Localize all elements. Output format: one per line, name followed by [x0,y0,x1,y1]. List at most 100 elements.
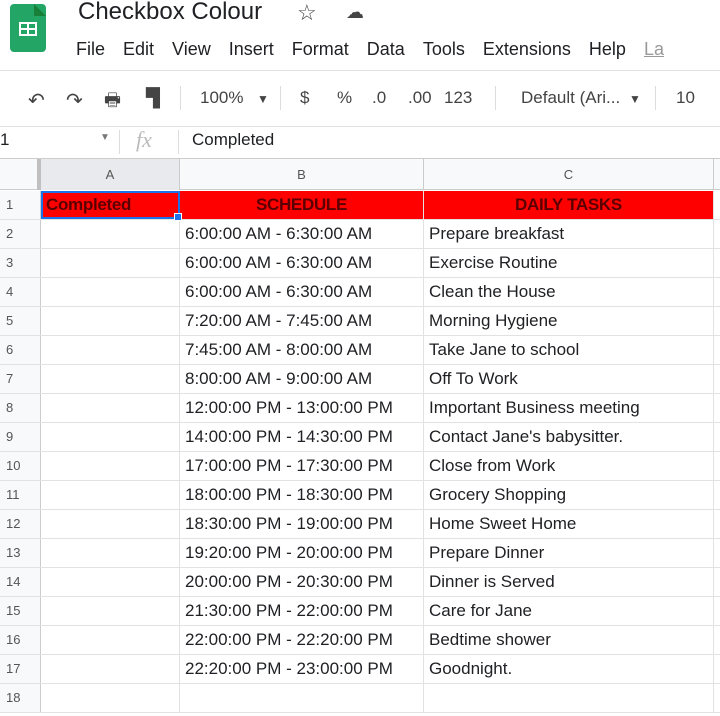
cell-schedule[interactable] [180,684,424,712]
cell-task[interactable]: Prepare Dinner [424,539,714,567]
menu-la[interactable]: La [644,39,664,60]
cell-task[interactable]: Contact Jane's babysitter. [424,423,714,451]
menu-edit[interactable]: Edit [123,39,154,60]
cell-task[interactable]: Take Jane to school [424,336,714,364]
row-number[interactable]: 8 [0,394,41,422]
row-number[interactable]: 17 [0,655,41,683]
row-number[interactable]: 9 [0,423,41,451]
cell-task[interactable]: Bedtime shower [424,626,714,654]
fill-handle[interactable] [174,213,182,221]
menu-view[interactable]: View [172,39,211,60]
cell-schedule[interactable]: 14:00:00 PM - 14:30:00 PM [180,423,424,451]
cell-task[interactable]: Dinner is Served [424,568,714,596]
formula-input[interactable]: Completed [192,130,274,150]
cell-schedule[interactable]: 7:20:00 AM - 7:45:00 AM [180,307,424,335]
cloud-saved-icon[interactable]: ☁ [346,2,364,23]
row-number[interactable]: 6 [0,336,41,364]
cell-completed[interactable] [41,249,180,277]
chevron-down-icon[interactable]: ▼ [629,92,641,106]
cell-b1[interactable]: SCHEDULE [180,191,424,219]
cell-schedule[interactable]: 6:00:00 AM - 6:30:00 AM [180,249,424,277]
cell-completed[interactable] [41,510,180,538]
cell-completed[interactable] [41,481,180,509]
zoom-select[interactable]: 100% [200,88,243,108]
cell-c1[interactable]: DAILY TASKS [424,191,714,219]
row-number[interactable]: 14 [0,568,41,596]
chevron-down-icon[interactable]: ▼ [257,92,269,106]
menu-help[interactable]: Help [589,39,626,60]
cell-schedule[interactable]: 17:00:00 PM - 17:30:00 PM [180,452,424,480]
cell-completed[interactable] [41,597,180,625]
menu-extensions[interactable]: Extensions [483,39,571,60]
print-icon[interactable]: 🖶 [104,88,121,118]
cell-completed[interactable] [41,336,180,364]
cell-schedule[interactable]: 19:20:00 PM - 20:00:00 PM [180,539,424,567]
cell-task[interactable]: Prepare breakfast [424,220,714,248]
row-number[interactable]: 3 [0,249,41,277]
cell-completed[interactable] [41,365,180,393]
cell-completed[interactable] [41,655,180,683]
row-number[interactable]: 4 [0,278,41,306]
menu-file[interactable]: File [76,39,105,60]
cell-schedule[interactable]: 22:00:00 PM - 22:20:00 PM [180,626,424,654]
cell-schedule[interactable]: 22:20:00 PM - 23:00:00 PM [180,655,424,683]
currency-button[interactable]: $ [300,88,309,108]
cell-completed[interactable] [41,423,180,451]
menu-insert[interactable]: Insert [229,39,274,60]
font-size-input[interactable]: 10 [676,88,695,108]
cell-completed[interactable] [41,220,180,248]
sheets-logo[interactable] [10,4,46,52]
cell-task[interactable]: Clean the House [424,278,714,306]
paint-format-icon[interactable]: ▜ [146,88,160,109]
redo-icon[interactable]: ↷ [66,88,83,113]
increase-decimal-button[interactable]: .00 [408,88,432,108]
cell-task[interactable]: Morning Hygiene [424,307,714,335]
row-number[interactable]: 10 [0,452,41,480]
cell-task[interactable] [424,684,714,712]
row-number[interactable]: 16 [0,626,41,654]
column-header-a[interactable]: A [41,159,180,190]
row-number[interactable]: 5 [0,307,41,335]
font-select[interactable]: Default (Ari... [521,88,620,108]
row-number[interactable]: 13 [0,539,41,567]
cell-task[interactable]: Off To Work [424,365,714,393]
select-all-corner[interactable] [0,159,41,190]
cell-completed[interactable] [41,278,180,306]
cell-task[interactable]: Home Sweet Home [424,510,714,538]
name-box[interactable]: 1 [0,130,9,150]
undo-icon[interactable]: ↶ [28,88,45,113]
column-header-b[interactable]: B [180,159,424,190]
row-number[interactable]: 12 [0,510,41,538]
cell-task[interactable]: Grocery Shopping [424,481,714,509]
cell-completed[interactable] [41,539,180,567]
column-header-c[interactable]: C [424,159,714,190]
row-number[interactable]: 15 [0,597,41,625]
cell-schedule[interactable]: 20:00:00 PM - 20:30:00 PM [180,568,424,596]
cell-schedule[interactable]: 6:00:00 AM - 6:30:00 AM [180,220,424,248]
percent-button[interactable]: % [337,88,352,108]
chevron-down-icon[interactable]: ▼ [100,132,110,143]
cell-completed[interactable] [41,394,180,422]
menu-data[interactable]: Data [367,39,405,60]
row-number[interactable]: 1 [0,191,41,219]
menu-tools[interactable]: Tools [423,39,465,60]
cell-schedule[interactable]: 18:30:00 PM - 19:00:00 PM [180,510,424,538]
cell-task[interactable]: Care for Jane [424,597,714,625]
cell-completed[interactable] [41,452,180,480]
more-formats-button[interactable]: 123 [444,88,472,108]
cell-schedule[interactable]: 18:00:00 PM - 18:30:00 PM [180,481,424,509]
cell-completed[interactable] [41,684,180,712]
row-number[interactable]: 18 [0,684,41,712]
cell-task[interactable]: Close from Work [424,452,714,480]
row-number[interactable]: 2 [0,220,41,248]
cell-schedule[interactable]: 8:00:00 AM - 9:00:00 AM [180,365,424,393]
menu-format[interactable]: Format [292,39,349,60]
cell-completed[interactable] [41,568,180,596]
row-number[interactable]: 7 [0,365,41,393]
decrease-decimal-button[interactable]: .0 [372,88,386,108]
cell-task[interactable]: Important Business meeting [424,394,714,422]
cell-schedule[interactable]: 6:00:00 AM - 6:30:00 AM [180,278,424,306]
cell-a1[interactable]: Completed [41,191,180,219]
document-title[interactable]: Checkbox Colour [78,0,262,26]
cell-schedule[interactable]: 12:00:00 PM - 13:00:00 PM [180,394,424,422]
